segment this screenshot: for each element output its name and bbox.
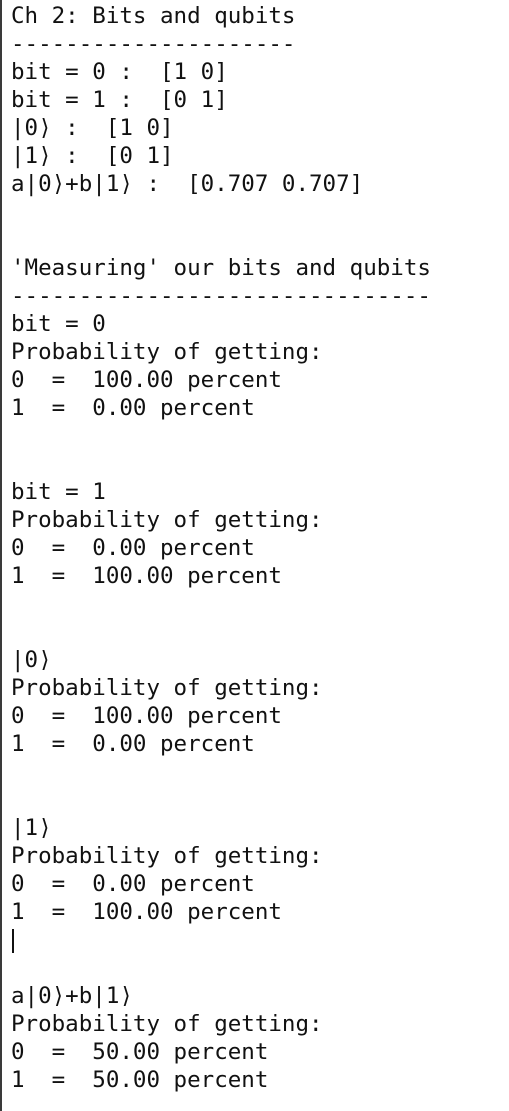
console-line: 1 = 0.00 percent: [11, 731, 255, 757]
console-line: |0⟩ : [1 0]: [11, 115, 174, 141]
console-line: 'Measuring' our bits and qubits: [11, 255, 431, 281]
console-line: Probability of getting:: [11, 843, 323, 869]
console-line: |1⟩: [11, 815, 52, 841]
console-line: 1 = 0.00 percent: [11, 395, 255, 421]
console-line: Probability of getting:: [11, 507, 323, 533]
console-line: bit = 0 : [1 0]: [11, 59, 228, 85]
console-line: 0 = 100.00 percent: [11, 703, 282, 729]
console-line: |1⟩ : [0 1]: [11, 143, 174, 169]
console-line: bit = 1 : [0 1]: [11, 87, 228, 113]
console-line: 0 = 100.00 percent: [11, 367, 282, 393]
console-output[interactable]: Ch 2: Bits and qubits -------------------…: [0, 0, 509, 1111]
console-line: 1 = 100.00 percent: [11, 563, 282, 589]
console-line: 0 = 0.00 percent: [11, 535, 255, 561]
console-line: bit = 0: [11, 311, 106, 337]
console-line: Probability of getting:: [11, 339, 323, 365]
console-line: -------------------------------: [11, 283, 431, 309]
console-line: a|0⟩+b|1⟩: [11, 983, 133, 1009]
console-line: a|0⟩+b|1⟩ : [0.707 0.707]: [11, 171, 364, 197]
console-line: [11, 926, 509, 954]
console-line: Probability of getting:: [11, 1011, 323, 1037]
text-cursor: [12, 928, 14, 953]
console-line: 1 = 100.00 percent: [11, 899, 282, 925]
console-line: bit = 1: [11, 479, 106, 505]
console-line: 0 = 50.00 percent: [11, 1039, 269, 1065]
console-line: Probability of getting:: [11, 675, 323, 701]
console-line: |0⟩: [11, 647, 52, 673]
console-line: 1 = 50.00 percent: [11, 1067, 269, 1093]
console-line: Ch 2: Bits and qubits: [11, 3, 296, 29]
console-line: 0 = 0.00 percent: [11, 871, 255, 897]
console-line: ---------------------: [11, 31, 296, 57]
